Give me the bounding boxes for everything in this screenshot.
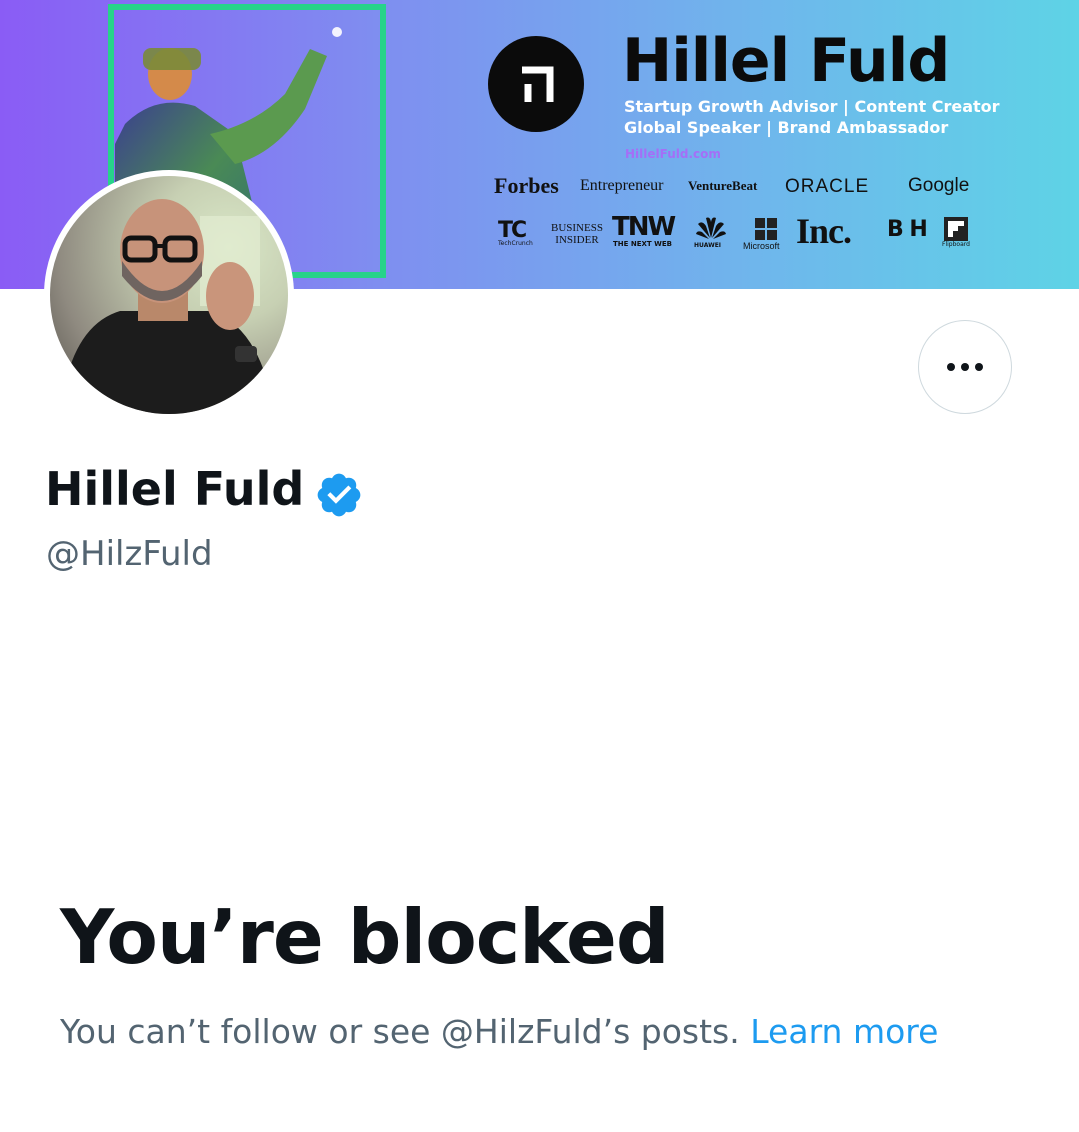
brand-oracle-logo: ORACLE (785, 176, 870, 197)
more-horizontal-icon (947, 363, 983, 371)
profile-handle: @HilzFuld (46, 534, 213, 574)
learn-more-link[interactable]: Learn more (750, 1012, 938, 1051)
brand-business-insider-line2: INSIDER (555, 234, 599, 247)
more-options-button[interactable] (918, 320, 1012, 414)
brand-huawei-label: HUAWEI (694, 242, 722, 249)
microsoft-icon (755, 218, 777, 240)
profile-display-name: Hillel Fuld (45, 462, 305, 516)
brand-business-insider-logo: BUSINESS INSIDER (551, 222, 603, 246)
banner-tagline-1: Startup Growth Advisor | Content Creator (624, 97, 1000, 116)
brand-tnw-label: THE NEXT WEB (613, 240, 672, 248)
avatar-portrait-image (60, 199, 275, 414)
brand-forbes-logo: Forbes (494, 173, 559, 198)
brand-business-insider-line1: BUSINESS (551, 222, 603, 234)
brand-venturebeat-logo: VentureBeat (688, 178, 758, 193)
brand-techcrunch-logo: TC (498, 218, 527, 243)
huawei-icon (696, 217, 726, 239)
avatar-photo (50, 176, 288, 414)
banner-url: HillelFuld.com (625, 147, 721, 161)
brand-techcrunch-label: TechCrunch (498, 240, 533, 247)
banner-logo-mark-icon (522, 66, 554, 102)
brand-flipboard-label: Flipboard (942, 241, 970, 248)
banner-title: Hillel Fuld (622, 26, 950, 96)
banner-tagline-2: Global Speaker | Brand Ambassador (624, 118, 949, 137)
verified-badge-icon (317, 473, 361, 517)
blocked-description-text: You can’t follow or see @HilzFuld’s post… (60, 1012, 740, 1051)
banner-logo (488, 36, 584, 132)
brand-entrepreneur-logo: Entrepreneur (580, 177, 664, 194)
brand-microsoft-label: Microsoft (743, 241, 780, 251)
blocked-description: You can’t follow or see @HilzFuld’s post… (60, 1012, 938, 1051)
avatar[interactable] (44, 170, 294, 420)
blocked-title: You’re blocked (60, 893, 670, 981)
brand-google-logo: Google (908, 175, 970, 196)
brand-inc-logo: Inc. (796, 211, 852, 251)
flipboard-icon (944, 217, 968, 241)
brand-tnw-logo: TNW (612, 212, 676, 242)
brand-bh-logo: B H (887, 217, 928, 242)
